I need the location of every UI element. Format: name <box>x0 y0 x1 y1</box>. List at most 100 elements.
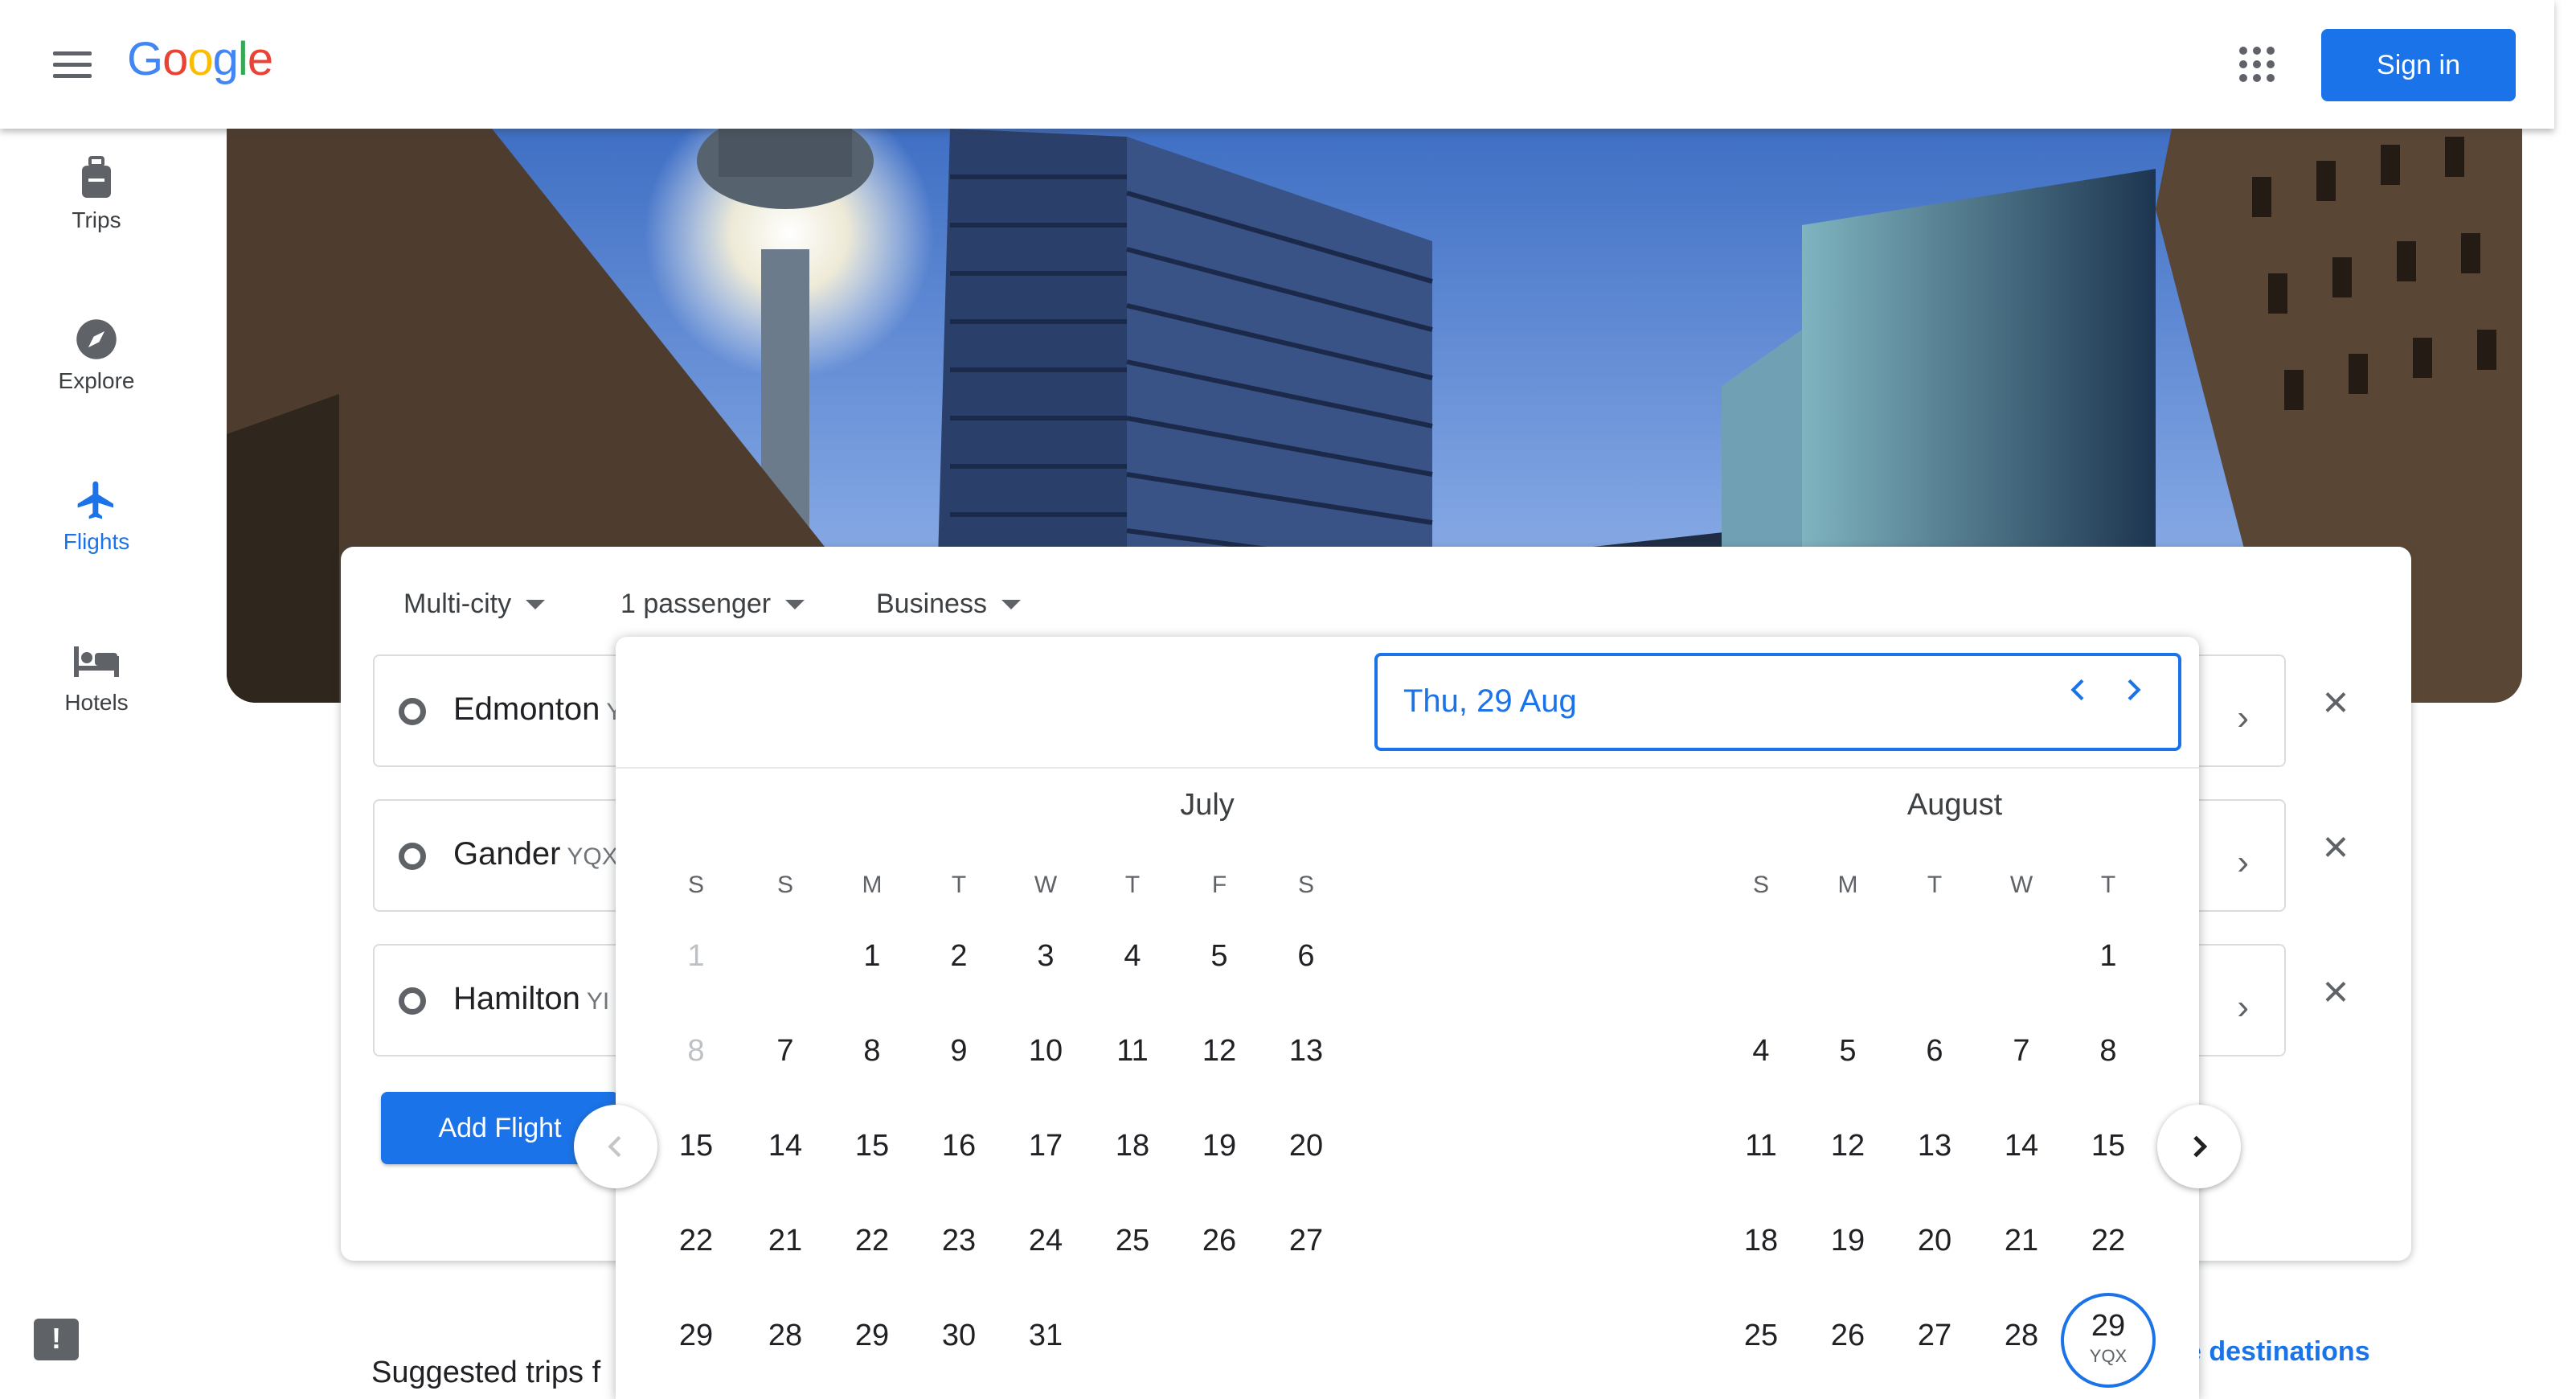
nav-item-flights[interactable]: Flights <box>0 476 193 597</box>
previous-date-icon[interactable] <box>2062 674 2095 706</box>
weekday-label: T <box>1927 872 1943 898</box>
logo-letter: o <box>187 33 213 85</box>
month-title-august: August <box>1906 788 2003 822</box>
passenger-select[interactable]: 1 passenger <box>620 589 805 620</box>
calendar-day[interactable]: 11 <box>1088 1034 1177 1069</box>
calendar-day[interactable]: 21 <box>1977 1224 2066 1258</box>
top-app-bar: Google Sign in <box>0 0 2554 129</box>
nav-item-explore[interactable]: Explore <box>0 315 193 436</box>
calendar-day[interactable]: 4 <box>1088 939 1177 974</box>
calendar-day[interactable]: 26 <box>1175 1224 1263 1258</box>
calendar-day[interactable]: 19 <box>1804 1224 1892 1258</box>
calendar-day[interactable]: 5 <box>1804 1034 1892 1069</box>
dropdown-arrow-icon <box>1001 599 1021 609</box>
logo-letter: l <box>237 33 248 85</box>
origin-field[interactable]: Hamilton YI <box>453 981 609 1017</box>
calendar-day[interactable]: 30 <box>915 1319 1003 1353</box>
calendar-day[interactable]: 20 <box>1262 1129 1350 1163</box>
calendar-day[interactable]: 8 <box>2064 1034 2152 1069</box>
calendar-day[interactable]: 18 <box>1088 1129 1177 1163</box>
calendar-day[interactable]: 22 <box>828 1224 916 1258</box>
origin-field[interactable]: Gander YQX <box>453 836 618 872</box>
calendar-day[interactable]: 6 <box>1262 939 1350 974</box>
calendar-day[interactable]: 7 <box>1977 1034 2066 1069</box>
origin-field[interactable]: Edmonton Y <box>453 691 622 728</box>
logo-letter: g <box>212 33 239 85</box>
calendar-day[interactable]: 27 <box>1262 1224 1350 1258</box>
calendar-day[interactable]: 12 <box>1175 1034 1263 1069</box>
calendar-day[interactable]: 23 <box>915 1224 1003 1258</box>
calendar-day[interactable]: 10 <box>1001 1034 1090 1069</box>
calendar-day[interactable]: 8 <box>828 1034 916 1069</box>
calendar-day[interactable]: 13 <box>1890 1129 1979 1163</box>
dropdown-arrow-icon <box>526 599 546 609</box>
selected-day-airport-code: YQX <box>2089 1346 2128 1366</box>
next-date-icon[interactable] <box>2117 674 2149 706</box>
calendar-day[interactable]: 24 <box>1001 1224 1090 1258</box>
calendar-day[interactable]: 4 <box>1717 1034 1805 1069</box>
calendar-day[interactable]: 25 <box>1717 1319 1805 1353</box>
calendar-day[interactable]: 27 <box>1890 1319 1979 1353</box>
next-month-button[interactable] <box>2157 1105 2241 1188</box>
nav-label-flights: Flights <box>63 529 130 554</box>
explore-destinations-link[interactable]: e destinations <box>2186 1336 2370 1368</box>
calendar-day[interactable]: 22 <box>2064 1224 2152 1258</box>
calendar-day[interactable]: 22 <box>652 1224 740 1258</box>
chevron-right-icon[interactable]: › <box>2237 698 2249 738</box>
calendar-day[interactable]: 15 <box>2064 1129 2152 1163</box>
trip-type-select[interactable]: Multi-city <box>403 589 546 620</box>
calendar-day[interactable]: 1 <box>828 939 916 974</box>
calendar-day[interactable]: 16 <box>915 1129 1003 1163</box>
calendar-day[interactable]: 12 <box>1804 1129 1892 1163</box>
chevron-left-icon <box>608 1135 621 1158</box>
calendar-day[interactable]: 29 <box>652 1319 740 1353</box>
origin-code: YQX <box>567 843 618 870</box>
airplane-icon <box>72 476 121 524</box>
calendar-day[interactable]: 25 <box>1088 1224 1177 1258</box>
calendar-day[interactable]: 14 <box>1977 1129 2066 1163</box>
calendar-day[interactable]: 29 <box>828 1319 916 1353</box>
remove-flight-icon[interactable]: × <box>2312 820 2360 872</box>
remove-flight-icon[interactable]: × <box>2312 965 2360 1017</box>
calendar-day[interactable]: 7 <box>741 1034 829 1069</box>
chevron-right-icon[interactable]: › <box>2237 843 2249 883</box>
calendar-day[interactable]: 9 <box>915 1034 1003 1069</box>
calendar-day[interactable]: 26 <box>1804 1319 1892 1353</box>
calendar-day[interactable]: 18 <box>1717 1224 1805 1258</box>
calendar-day[interactable]: 15 <box>652 1129 740 1163</box>
nav-item-hotels[interactable]: Hotels <box>0 637 193 757</box>
calendar-day[interactable]: 14 <box>741 1129 829 1163</box>
chevron-right-icon[interactable]: › <box>2237 987 2249 1028</box>
calendar-day[interactable]: 28 <box>741 1319 829 1353</box>
calendar-day[interactable]: 20 <box>1890 1224 1979 1258</box>
weekday-label: W <box>2009 872 2033 898</box>
calendar-day[interactable]: 6 <box>1890 1034 1979 1069</box>
calendar-day[interactable]: 28 <box>1977 1319 2066 1353</box>
calendar-day[interactable]: 3 <box>1001 939 1090 974</box>
calendar-day[interactable]: 5 <box>1175 939 1263 974</box>
luggage-icon <box>72 154 121 203</box>
weekday-label: T <box>1124 872 1141 898</box>
calendar-day[interactable]: 15 <box>828 1129 916 1163</box>
menu-icon[interactable] <box>53 51 92 78</box>
calendar-day[interactable]: 31 <box>1001 1319 1090 1353</box>
previous-month-button[interactable] <box>574 1105 657 1188</box>
apps-grid-icon[interactable] <box>2239 47 2275 82</box>
cabin-class-select[interactable]: Business <box>876 589 1021 620</box>
calendar-day[interactable]: 21 <box>741 1224 829 1258</box>
calendar-day[interactable]: 2 <box>915 939 1003 974</box>
origin-circle-icon <box>399 843 426 870</box>
weekday-label: M <box>1837 872 1858 898</box>
remove-flight-icon[interactable]: × <box>2312 675 2360 728</box>
feedback-icon[interactable]: ! <box>34 1319 79 1360</box>
calendar-day[interactable]: 13 <box>1262 1034 1350 1069</box>
calendar-day[interactable]: 19 <box>1175 1129 1263 1163</box>
google-logo[interactable]: Google <box>127 32 273 86</box>
departure-date-field[interactable]: Thu, 29 Aug <box>1374 653 2181 751</box>
nav-item-trips[interactable]: Trips <box>0 154 193 275</box>
sign-in-button[interactable]: Sign in <box>2321 29 2516 101</box>
calendar-day[interactable]: 17 <box>1001 1129 1090 1163</box>
weekday-label: S <box>687 872 704 898</box>
calendar-day[interactable]: 1 <box>2064 939 2152 974</box>
calendar-day[interactable]: 11 <box>1717 1129 1805 1163</box>
